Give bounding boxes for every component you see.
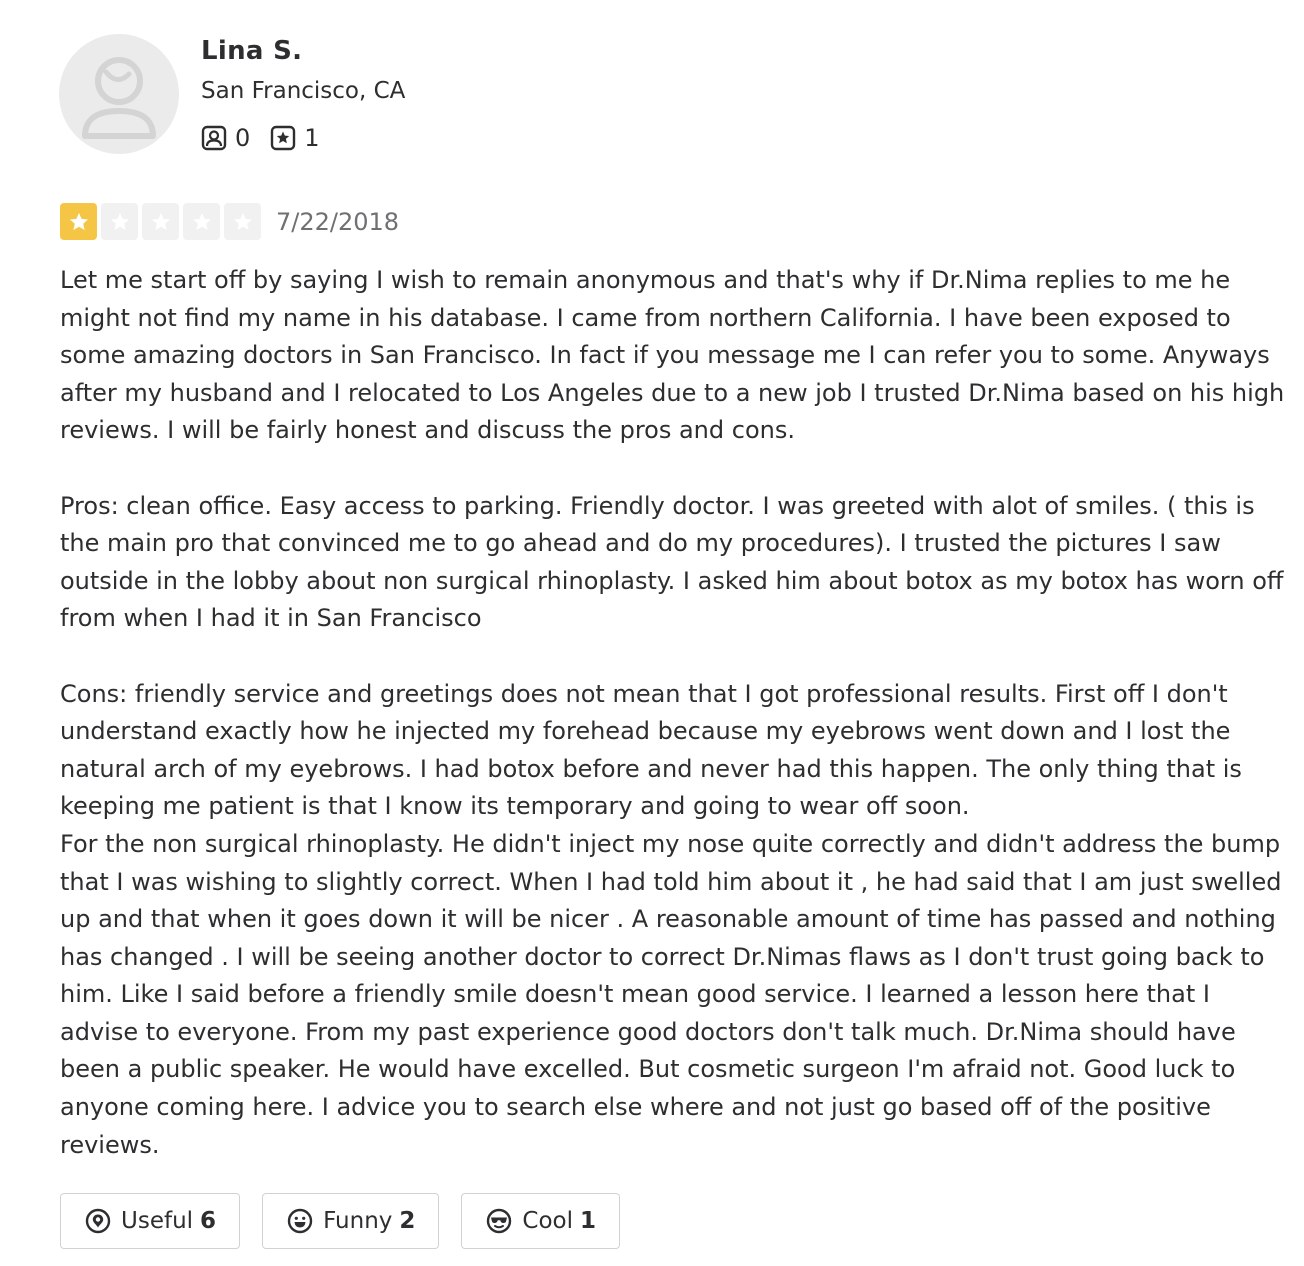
star-icon <box>224 203 261 240</box>
reaction-buttons: Useful 6 Funny 2 Cool 1 <box>60 1193 642 1249</box>
friends-count: 0 <box>235 124 251 152</box>
star-icon <box>101 203 138 240</box>
user-stats: 0 1 <box>201 122 340 154</box>
default-user-avatar-icon <box>82 57 156 139</box>
useful-lightbulb-icon <box>85 1208 111 1234</box>
star-rating: 7/22/2018 <box>60 203 399 240</box>
review-text: Let me start off by saying I wish to rem… <box>60 262 1294 1164</box>
review-paragraph: Pros: clean office. Easy access to parki… <box>60 491 1284 633</box>
star-icon <box>142 203 179 240</box>
review-date: 7/22/2018 <box>276 207 400 236</box>
funny-count: 2 <box>399 1208 416 1234</box>
star-icon <box>60 203 97 240</box>
useful-button[interactable]: Useful 6 <box>60 1193 241 1249</box>
review-paragraph: Cons: friendly service and greetings doe… <box>60 679 1282 1159</box>
reviews-stat: 1 <box>270 124 320 152</box>
cool-sunglasses-icon <box>487 1208 512 1234</box>
cool-count: 1 <box>580 1208 597 1234</box>
star-icon <box>183 203 220 240</box>
reviews-count: 1 <box>304 124 320 152</box>
useful-label: Useful <box>121 1208 194 1234</box>
useful-count: 6 <box>200 1208 217 1234</box>
funny-face-icon <box>287 1208 313 1234</box>
funny-button[interactable]: Funny 2 <box>262 1193 440 1249</box>
avatar[interactable] <box>59 34 179 154</box>
funny-label: Funny <box>323 1208 393 1234</box>
friends-icon <box>201 125 227 151</box>
cool-label: Cool <box>522 1208 573 1234</box>
user-location: San Francisco, CA <box>201 78 406 104</box>
user-name[interactable]: Lina S. <box>201 36 302 66</box>
cool-button[interactable]: Cool 1 <box>461 1193 621 1249</box>
review-paragraph: Let me start off by saying I wish to rem… <box>60 266 1285 445</box>
reviews-star-icon <box>271 125 296 151</box>
friends-stat: 0 <box>201 124 250 152</box>
